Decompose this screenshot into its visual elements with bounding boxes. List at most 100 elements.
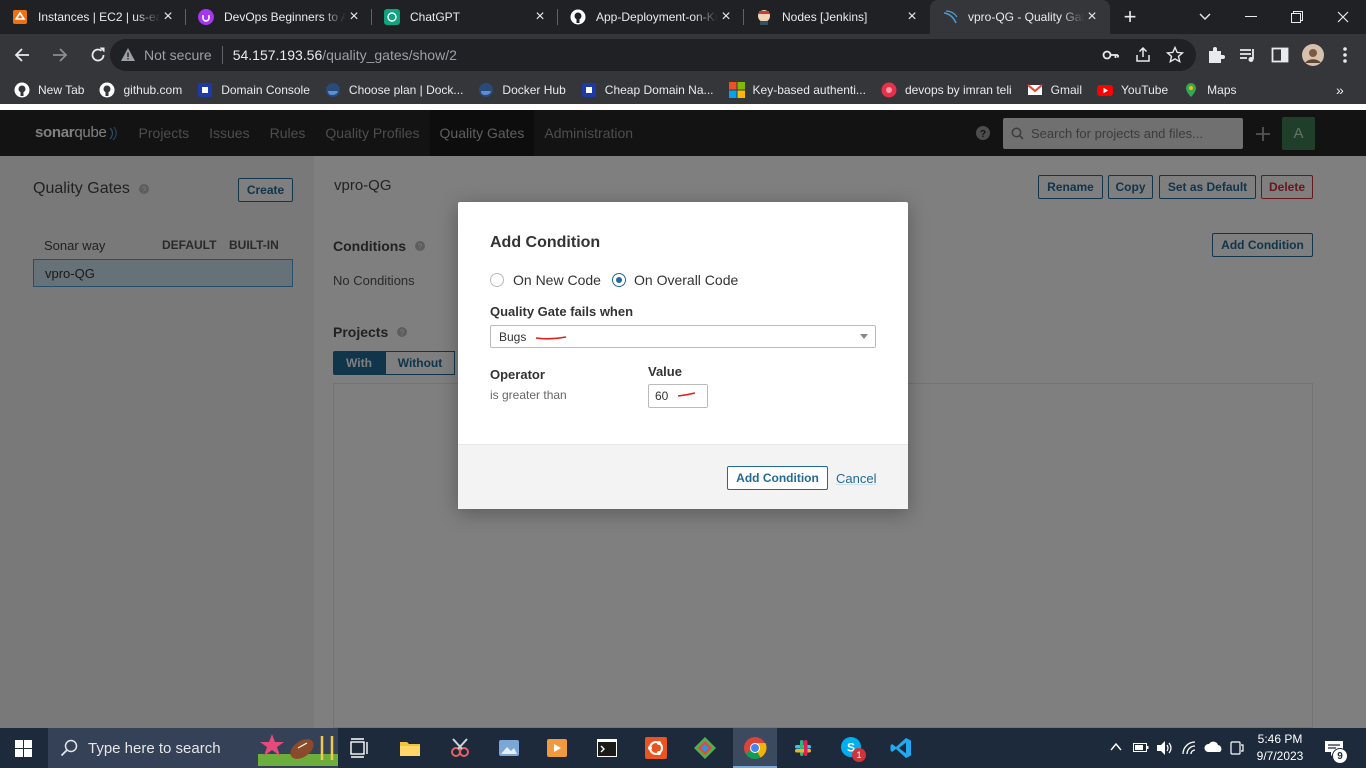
profile-avatar-icon[interactable] (1302, 44, 1324, 66)
bookmark-devops-imran[interactable]: devops by imran teli (881, 82, 1012, 98)
address-bar[interactable]: Not secure 54.157.193.56/quality_gates/s… (110, 39, 1196, 71)
operator-value: is greater than (490, 388, 567, 402)
bookmark-gmail[interactable]: Gmail (1027, 82, 1082, 98)
github-icon (570, 9, 586, 25)
fails-when-label: Quality Gate fails when (490, 304, 634, 319)
windows-start-icon[interactable] (15, 740, 32, 757)
browser-tab-active[interactable]: vpro-QG - Quality Gates × (930, 0, 1110, 34)
terminal-icon[interactable] (595, 736, 619, 760)
ubuntu-icon[interactable] (644, 736, 668, 760)
bookmark-github[interactable]: github.com (99, 82, 182, 98)
add-condition-modal: Add Condition On New Code On Overall Cod… (458, 202, 908, 509)
forward-button[interactable] (44, 39, 76, 71)
browser-tab[interactable]: App-Deployment-on-Kubernetes × (558, 0, 744, 34)
bookmark-maps[interactable]: Maps (1183, 82, 1237, 98)
warning-icon (121, 48, 135, 61)
operator-label: Operator (490, 367, 545, 382)
taskbar-search[interactable]: Type here to search (48, 728, 338, 768)
slack-icon[interactable] (791, 736, 815, 760)
git-tool-icon[interactable] (693, 736, 717, 760)
radio-on-overall-code[interactable] (612, 273, 626, 287)
media-icon[interactable] (1238, 45, 1258, 65)
vscode-icon[interactable] (889, 736, 913, 760)
wifi-icon[interactable] (1181, 740, 1199, 756)
volume-icon[interactable] (1156, 740, 1174, 756)
search-icon (60, 739, 78, 757)
close-tab-icon[interactable]: × (346, 9, 362, 25)
close-tab-icon[interactable]: × (1084, 9, 1100, 25)
device-icon[interactable] (1230, 740, 1244, 756)
radio-on-new-code[interactable] (490, 273, 504, 287)
docker-icon (478, 82, 494, 98)
browser-tab[interactable]: Nodes [Jenkins] × (744, 0, 930, 34)
close-tab-icon[interactable]: × (160, 9, 176, 25)
chrome-icon (744, 737, 767, 759)
chevron-down-icon (860, 334, 868, 339)
red-annotation-mark (677, 392, 696, 397)
file-explorer-icon[interactable] (398, 736, 422, 760)
photos-icon[interactable] (497, 736, 521, 760)
tab-search-button[interactable] (1182, 0, 1228, 34)
maps-icon (1183, 82, 1199, 98)
bookmark-cheap-domain[interactable]: Cheap Domain Na... (581, 82, 714, 98)
sonarqube-icon (942, 9, 958, 25)
security-status: Not secure (144, 47, 212, 63)
notification-count-badge: 9 (1332, 748, 1348, 764)
metric-value: Bugs (499, 329, 527, 344)
new-tab-button[interactable]: + (1114, 0, 1146, 34)
submit-add-condition-button[interactable]: Add Condition (727, 466, 828, 490)
close-window-button[interactable] (1320, 0, 1366, 34)
metric-select[interactable]: Bugs (490, 325, 876, 348)
minimize-button[interactable] (1228, 0, 1274, 34)
bookmark-key-based-auth[interactable]: Key-based authenti... (728, 82, 866, 98)
bookmarks-bar: New Tab github.com Domain Console Choose… (0, 76, 1366, 104)
kebab-menu-icon[interactable] (1342, 45, 1348, 65)
battery-icon[interactable] (1133, 741, 1149, 753)
url-path: /quality_gates/show/2 (322, 47, 457, 63)
bookmark-choose-plan-docker[interactable]: Choose plan | Dock... (325, 82, 463, 98)
reload-icon (91, 47, 105, 62)
bookmark-new-tab[interactable]: New Tab (14, 82, 84, 98)
arrow-right-icon (53, 48, 68, 62)
imran-icon (881, 82, 897, 98)
key-icon[interactable] (1102, 46, 1120, 64)
gmail-icon (1027, 82, 1043, 98)
modal-title: Add Condition (490, 234, 601, 251)
close-tab-icon[interactable]: × (718, 9, 734, 25)
windows-taskbar: Type here to search S 1 5:46 PM 9/7/2023… (0, 728, 1366, 768)
media-player-icon[interactable] (545, 736, 569, 760)
minimize-icon (1245, 16, 1257, 17)
share-icon[interactable] (1134, 46, 1152, 64)
side-panel-icon[interactable] (1270, 45, 1290, 65)
domain-icon (581, 82, 597, 98)
browser-tab[interactable]: ChatGPT × (372, 0, 558, 34)
extensions-icon[interactable] (1206, 45, 1226, 65)
back-button[interactable] (6, 39, 38, 71)
browser-tab[interactable]: Instances | EC2 | us-east-1 × (0, 0, 186, 34)
star-icon[interactable] (1166, 46, 1184, 64)
docker-icon (325, 82, 341, 98)
bookmark-youtube[interactable]: YouTube (1097, 82, 1168, 98)
restore-button[interactable] (1274, 0, 1320, 34)
browser-toolbar: Not secure 54.157.193.56/quality_gates/s… (0, 34, 1366, 76)
clock-time: 5:46 PM (1257, 732, 1303, 746)
onedrive-icon[interactable] (1204, 741, 1224, 753)
taskbar-chrome-active[interactable] (733, 728, 777, 768)
bookmark-docker-hub[interactable]: Docker Hub (478, 82, 566, 98)
snipping-tool-icon[interactable] (448, 736, 472, 760)
browser-tab-strip: Instances | EC2 | us-east-1 × DevOps Beg… (0, 0, 1366, 34)
bookmark-domain-console[interactable]: Domain Console (197, 82, 310, 98)
radio-label-overall-code[interactable]: On Overall Code (634, 272, 738, 288)
chevron-up-icon[interactable] (1110, 742, 1122, 752)
microsoft-icon (728, 82, 745, 98)
aws-icon (12, 9, 28, 25)
value-label: Value (648, 364, 682, 379)
close-tab-icon[interactable]: × (904, 9, 920, 25)
cancel-link[interactable]: Cancel (836, 471, 876, 486)
radio-label-new-code[interactable]: On New Code (513, 272, 601, 288)
taskbar-clock[interactable]: 5:46 PM 9/7/2023 (1248, 731, 1312, 765)
task-view-icon[interactable] (348, 736, 372, 760)
browser-tab[interactable]: DevOps Beginners to Advanced × (186, 0, 372, 34)
bookmarks-overflow-icon[interactable]: » (1336, 82, 1344, 98)
close-tab-icon[interactable]: × (532, 9, 548, 25)
